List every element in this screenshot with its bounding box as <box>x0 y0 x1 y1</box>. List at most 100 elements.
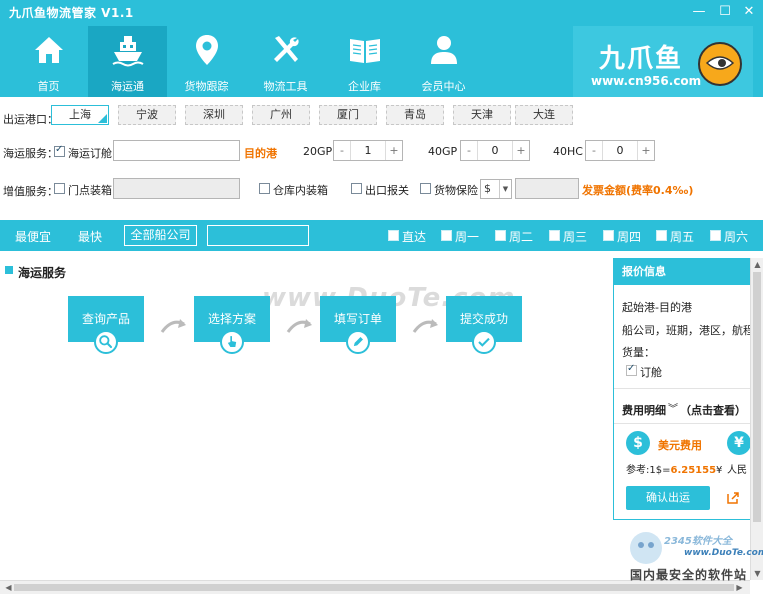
decrement-button[interactable]: - <box>461 141 477 160</box>
usd-fee-label: 美元费用 <box>658 439 702 452</box>
nav-item-cargo-tracking[interactable]: 货物跟踪 <box>167 26 246 97</box>
port-button-shenzhen[interactable]: 深圳 <box>185 105 243 125</box>
cny-fee-label: 人民 <box>727 465 747 476</box>
container-40hc-label: 40HC <box>553 145 583 158</box>
home-icon <box>35 37 63 63</box>
tools-icon <box>274 36 299 62</box>
nav-item-logistics-tools[interactable]: 物流工具 <box>246 26 325 97</box>
stepper-value[interactable]: 0 <box>477 141 513 160</box>
stepper-value[interactable]: 0 <box>602 141 638 160</box>
sort-cheapest[interactable]: 最便宜 <box>15 228 51 245</box>
close-button[interactable]: ✕ <box>738 2 760 22</box>
port-button-dalian[interactable]: 大连 <box>515 105 573 125</box>
scroll-thumb[interactable] <box>14 584 734 591</box>
wednesday-checkbox[interactable] <box>549 230 560 241</box>
direct-checkbox[interactable] <box>388 230 399 241</box>
step-choose-plan: 选择方案 <box>194 296 270 354</box>
step-label: 选择方案 <box>207 312 256 326</box>
nav-label: 海运通 <box>111 80 144 93</box>
nav-label: 会员中心 <box>421 80 466 93</box>
logo-name: 九爪鱼 <box>599 44 684 74</box>
container-40hc-stepper[interactable]: - 0 + <box>585 140 655 161</box>
quote-booking-label: 订舱 <box>640 366 662 379</box>
port-button-guangzhou[interactable]: 广州 <box>252 105 310 125</box>
nav-label: 首页 <box>37 80 60 93</box>
saturday-checkbox[interactable] <box>710 230 721 241</box>
quote-details: 船公司，班期，港区，航程， <box>622 324 763 337</box>
cargo-insurance-checkbox[interactable] <box>420 183 431 194</box>
decrement-button[interactable]: - <box>334 141 350 160</box>
stepper-value[interactable]: 1 <box>350 141 386 160</box>
door-address-input[interactable] <box>113 178 240 199</box>
nav-item-member-center[interactable]: 会员中心 <box>404 26 483 97</box>
yuan-icon: ¥ <box>727 431 751 455</box>
port-button-shanghai[interactable]: 上海 <box>51 105 109 125</box>
dollar-icon: $ <box>626 431 650 455</box>
friday-label: 周五 <box>670 230 695 244</box>
top-banner: 九爪鱼物流管家 V1.1 — ☐ ✕ 首页 海运通 货物跟踪 物流工具 企业库 … <box>0 0 763 97</box>
warehouse-packing-checkbox[interactable] <box>259 183 270 194</box>
nav-item-enterprise-library[interactable]: 企业库 <box>325 26 404 97</box>
search-icon <box>94 330 118 354</box>
scroll-thumb[interactable] <box>753 272 761 522</box>
quote-panel: 报价信息 起始港-目的港 船公司，班期，港区，航程， 货量： 订舱 费用明细 ︾… <box>613 258 763 520</box>
step-label: 提交成功 <box>459 312 508 326</box>
external-link-icon[interactable] <box>726 491 740 505</box>
divider <box>614 388 763 389</box>
arrow-right-icon <box>160 319 186 333</box>
check-icon <box>472 330 496 354</box>
nav-label: 企业库 <box>348 80 381 93</box>
location-pin-icon <box>196 35 218 65</box>
sort-fastest[interactable]: 最快 <box>78 228 102 245</box>
port-button-tianjin[interactable]: 天津 <box>453 105 511 125</box>
invoice-amount-input[interactable] <box>515 178 579 199</box>
thursday-checkbox[interactable] <box>603 230 614 241</box>
decrement-button[interactable]: - <box>586 141 602 160</box>
click-view-link[interactable]: （点击查看） <box>680 402 746 418</box>
step-fill-order: 填写订单 <box>320 296 396 354</box>
increment-button[interactable]: + <box>513 141 529 160</box>
nav-item-home[interactable]: 首页 <box>9 26 88 97</box>
port-button-xiamen[interactable]: 厦门 <box>319 105 377 125</box>
scroll-up-icon[interactable]: ▲ <box>751 260 763 269</box>
monday-checkbox[interactable] <box>441 230 452 241</box>
port-button-qingdao[interactable]: 青岛 <box>386 105 444 125</box>
maximize-button[interactable]: ☐ <box>714 2 736 22</box>
arrow-right-icon <box>412 319 438 333</box>
wednesday-label: 周三 <box>563 230 588 244</box>
door-pickup-label: 门点装箱 <box>68 184 112 197</box>
nav-label: 货物跟踪 <box>184 80 229 93</box>
container-40gp-label: 40GP <box>428 145 458 158</box>
currency-select[interactable]: $ ▼ <box>480 179 512 199</box>
value-added-label: 增值服务： <box>3 185 58 198</box>
container-20gp-stepper[interactable]: - 1 + <box>333 140 403 161</box>
door-pickup-checkbox[interactable] <box>54 183 65 194</box>
port-button-ningbo[interactable]: 宁波 <box>118 105 176 125</box>
corner-badge: 2345软件大全 <box>664 536 732 547</box>
scroll-right-icon[interactable]: ▶ <box>733 583 746 592</box>
booking-checkbox-label: 海运订舱 <box>68 147 112 160</box>
friday-checkbox[interactable] <box>656 230 667 241</box>
destination-label: 目的港 <box>244 147 277 160</box>
container-40gp-stepper[interactable]: - 0 + <box>460 140 530 161</box>
confirm-shipment-button[interactable]: 确认出运 <box>626 486 710 510</box>
tuesday-checkbox[interactable] <box>495 230 506 241</box>
carrier-filter-button[interactable]: 全部船公司 <box>124 225 197 246</box>
booking-checkbox[interactable] <box>54 144 65 157</box>
increment-button[interactable]: + <box>638 141 654 160</box>
export-declaration-checkbox[interactable] <box>351 183 362 194</box>
minimize-button[interactable]: — <box>688 2 710 22</box>
rate-value: 6.25155 <box>670 465 717 476</box>
quote-cargo-label: 货量： <box>622 346 655 359</box>
currency-value: $ <box>484 182 491 195</box>
pen-icon <box>346 330 370 354</box>
divider <box>614 423 763 424</box>
rate-prefix: 参考:1$= <box>626 465 671 476</box>
chevron-down-icon[interactable]: ︾ <box>668 400 678 415</box>
nav-item-sea-freight[interactable]: 海运通 <box>88 26 167 97</box>
increment-button[interactable]: + <box>386 141 402 160</box>
hand-pointer-icon <box>220 330 244 354</box>
carrier-search-input[interactable] <box>207 225 309 246</box>
destination-input[interactable] <box>113 140 240 161</box>
saturday-label: 周六 <box>724 230 749 244</box>
